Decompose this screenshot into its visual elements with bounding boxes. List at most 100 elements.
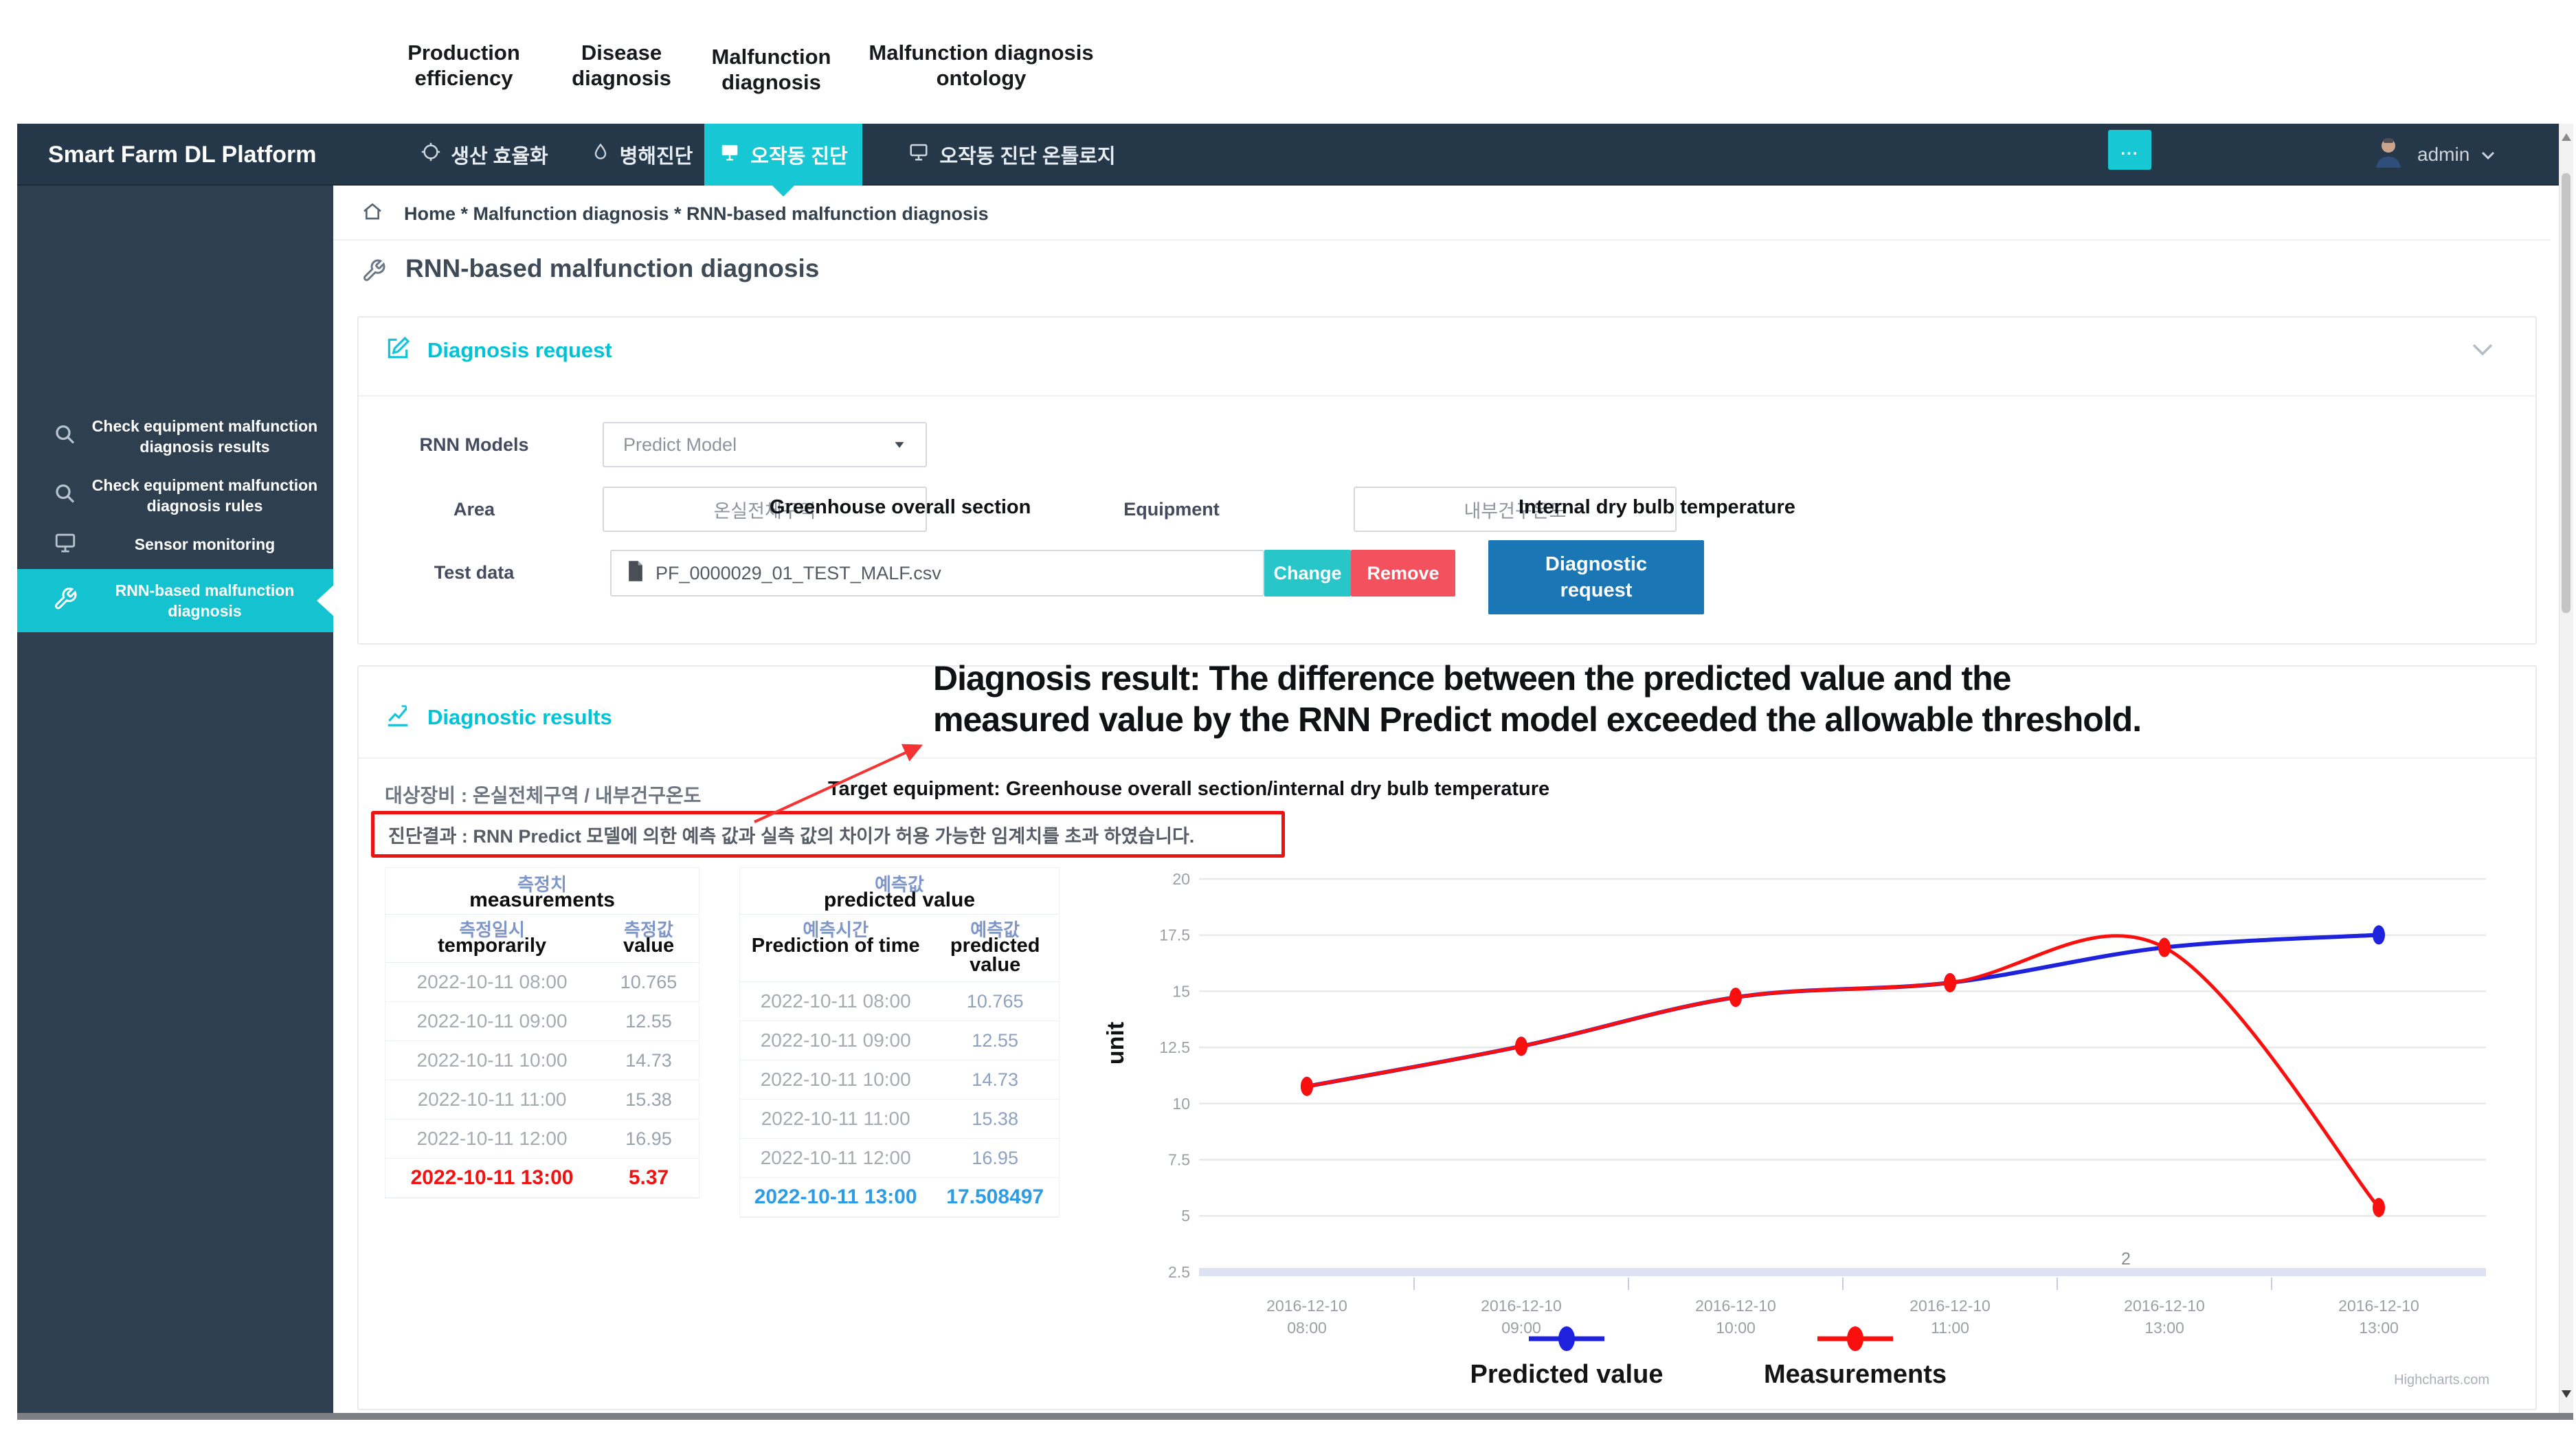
- nav-item-malfunction-diagnosis-ontology[interactable]: 오작동 진단 온톨로지: [880, 124, 1144, 186]
- legend-item[interactable]: Predicted value: [1470, 1326, 1664, 1389]
- chart-icon: [385, 702, 411, 732]
- area-input[interactable]: 온실전체구역: [603, 487, 927, 532]
- annotation-malfunction-diagnosis: Malfunction diagnosis: [697, 44, 845, 95]
- data-point-marker: [1301, 1077, 1313, 1096]
- x-tick-label: 08:00: [1287, 1319, 1327, 1337]
- monitor-icon: [53, 531, 78, 558]
- table-title: 측정치 measurements: [385, 868, 699, 915]
- data-point-marker: [2158, 938, 2171, 957]
- y-tick-label: 7.5: [1168, 1151, 1190, 1169]
- series-line: [1307, 935, 2379, 1086]
- table-row: 2022-10-11 13:005.37: [385, 1159, 699, 1198]
- equipment-label: Equipment: [1089, 499, 1254, 520]
- more-button[interactable]: ...: [2108, 130, 2151, 170]
- remove-button[interactable]: Remove: [1351, 550, 1455, 597]
- table-row: 2022-10-11 10:0014.73: [385, 1041, 699, 1080]
- x-tick-label: 13:00: [2359, 1319, 2399, 1337]
- y-tick-label: 17.5: [1159, 926, 1190, 944]
- production-icon: [421, 142, 441, 168]
- table-row: 2022-10-11 11:0015.38: [385, 1080, 699, 1119]
- breadcrumb[interactable]: Home * Malfunction diagnosis * RNN-based…: [404, 203, 989, 225]
- x-tick-label: 11:00: [1931, 1319, 1969, 1337]
- section-title-diagnosis-request: Diagnosis request: [427, 338, 612, 363]
- app-window: Production efficiency Disease diagnosis …: [0, 0, 2576, 1437]
- data-point-marker: [1944, 973, 1956, 992]
- y-tick-label: 5: [1181, 1207, 1190, 1225]
- sidebar-item-sensor-monitoring[interactable]: Sensor monitoring: [17, 525, 333, 564]
- area-label: Area: [399, 499, 550, 520]
- y-tick-label: 2.5: [1168, 1263, 1190, 1281]
- table-row: 2022-10-11 08:0010.765: [740, 982, 1059, 1021]
- nav-item-production-efficiency[interactable]: 생산 효율화: [419, 124, 550, 186]
- wrench-icon: [53, 587, 78, 615]
- table-header: 예측시간Prediction of time 예측값predicted valu…: [740, 915, 1059, 982]
- active-item-notch: [317, 586, 333, 616]
- table-row: 2022-10-11 12:0016.95: [385, 1119, 699, 1159]
- table-row: 2022-10-11 09:0012.55: [385, 1002, 699, 1041]
- search-icon: [53, 423, 78, 451]
- change-button[interactable]: Change: [1264, 550, 1351, 597]
- annotation-disease-diagnosis: Disease diagnosis: [558, 40, 685, 91]
- panel-divider: [359, 757, 2535, 759]
- scroll-up-arrow[interactable]: [2562, 133, 2571, 141]
- data-point-marker: [2373, 1198, 2385, 1217]
- target-equipment-ko: 대상장비 : 온실전체구역 / 내부건구온도: [385, 781, 701, 808]
- predicted-value-table: 예측값 predicted value 예측시간Prediction of ti…: [739, 867, 1060, 1218]
- data-point-marker: [1515, 1036, 1527, 1056]
- rnn-model-select[interactable]: Predict Model: [603, 422, 927, 467]
- nav-item-disease-diagnosis[interactable]: 병해진단: [584, 124, 699, 186]
- disease-icon: [591, 142, 610, 168]
- scrollbar-thumb[interactable]: [2562, 173, 2571, 613]
- x-tick-label: 13:00: [2144, 1319, 2184, 1337]
- avatar: [2371, 135, 2406, 175]
- x-tick-label: 2016-12-10: [1909, 1297, 1991, 1315]
- nav-item-malfunction-diagnosis[interactable]: 오작동 진단: [704, 124, 862, 186]
- monitor-icon: [908, 142, 930, 168]
- x-tick-label: 09:00: [1501, 1319, 1541, 1337]
- sidebar-item-check-diagnosis-results[interactable]: Check equipment malfunctiondiagnosis res…: [17, 407, 333, 466]
- chevron-down-icon: [2480, 144, 2496, 166]
- breadcrumb-divider: [333, 239, 2551, 241]
- y-tick-label: 15: [1172, 982, 1190, 1000]
- series-line: [1307, 936, 2379, 1207]
- annotation-diagnosis-result-line1: Diagnosis result: The difference between…: [933, 658, 2011, 698]
- x-axis-line: [1199, 1268, 2486, 1276]
- y-tick-label: 20: [1172, 870, 1190, 888]
- scrollbar[interactable]: [2559, 124, 2573, 1413]
- dropdown-caret-icon: [895, 442, 904, 447]
- equipment-input[interactable]: 내부건구온도: [1354, 487, 1677, 532]
- table-row: 2022-10-11 12:0016.95: [740, 1139, 1059, 1178]
- test-data-file-field[interactable]: PF_0000029_01_TEST_MALF.csv: [610, 550, 1264, 597]
- table-row: 2022-10-11 11:0015.38: [740, 1100, 1059, 1139]
- top-navbar: Smart Farm DL Platform 생산 효율화 병해진단 오작동 진…: [17, 124, 2566, 186]
- sidebar-item-check-diagnosis-rules[interactable]: Check equipment malfunctiondiagnosis rul…: [17, 466, 333, 525]
- x-tick-label: 2016-12-10: [1481, 1297, 1562, 1315]
- x-tick-label: 2016-12-10: [1695, 1297, 1776, 1315]
- collapse-chevron-icon[interactable]: [2471, 342, 2494, 361]
- table-title: 예측값 predicted value: [740, 868, 1059, 915]
- window-bottom-bar: [17, 1413, 2573, 1420]
- home-icon: [361, 201, 383, 226]
- monitor-icon: [719, 142, 741, 168]
- y-tick-label: 10: [1172, 1095, 1190, 1113]
- x-tick-label: 2016-12-10: [2338, 1297, 2419, 1315]
- axis-annotation: 2: [2121, 1249, 2131, 1269]
- active-tab-pointer: [772, 186, 794, 197]
- search-icon: [53, 482, 78, 510]
- y-tick-label: 12.5: [1159, 1038, 1190, 1056]
- table-header: 측정일시temporarily 측정값value: [385, 915, 699, 963]
- data-point-marker: [1729, 988, 1742, 1007]
- legend-label: Predicted value: [1470, 1360, 1664, 1389]
- measurements-table: 측정치 measurements 측정일시temporarily 측정값valu…: [385, 867, 699, 1199]
- edit-icon: [385, 335, 411, 365]
- annotation-malfunction-diagnosis-ontology: Malfunction diagnosis ontology: [864, 40, 1098, 91]
- sidebar: Check equipment malfunctiondiagnosis res…: [17, 186, 333, 1416]
- diagnostic-request-button[interactable]: Diagnostic request: [1488, 540, 1704, 614]
- scroll-down-arrow[interactable]: [2562, 1390, 2571, 1398]
- legend-label: Measurements: [1764, 1360, 1947, 1389]
- legend-item[interactable]: Measurements: [1764, 1326, 1947, 1389]
- rnn-models-label: RNN Models: [399, 434, 550, 456]
- user-menu[interactable]: admin: [2371, 137, 2496, 172]
- diagnosis-chart: 2.5 5 7.5 10 12.5 15 17.5 20 2016-12-10 08:00 2016…: [1141, 863, 2535, 1413]
- sidebar-item-rnn-malfunction-diagnosis[interactable]: RNN-based malfunctiondiagnosis: [17, 569, 333, 632]
